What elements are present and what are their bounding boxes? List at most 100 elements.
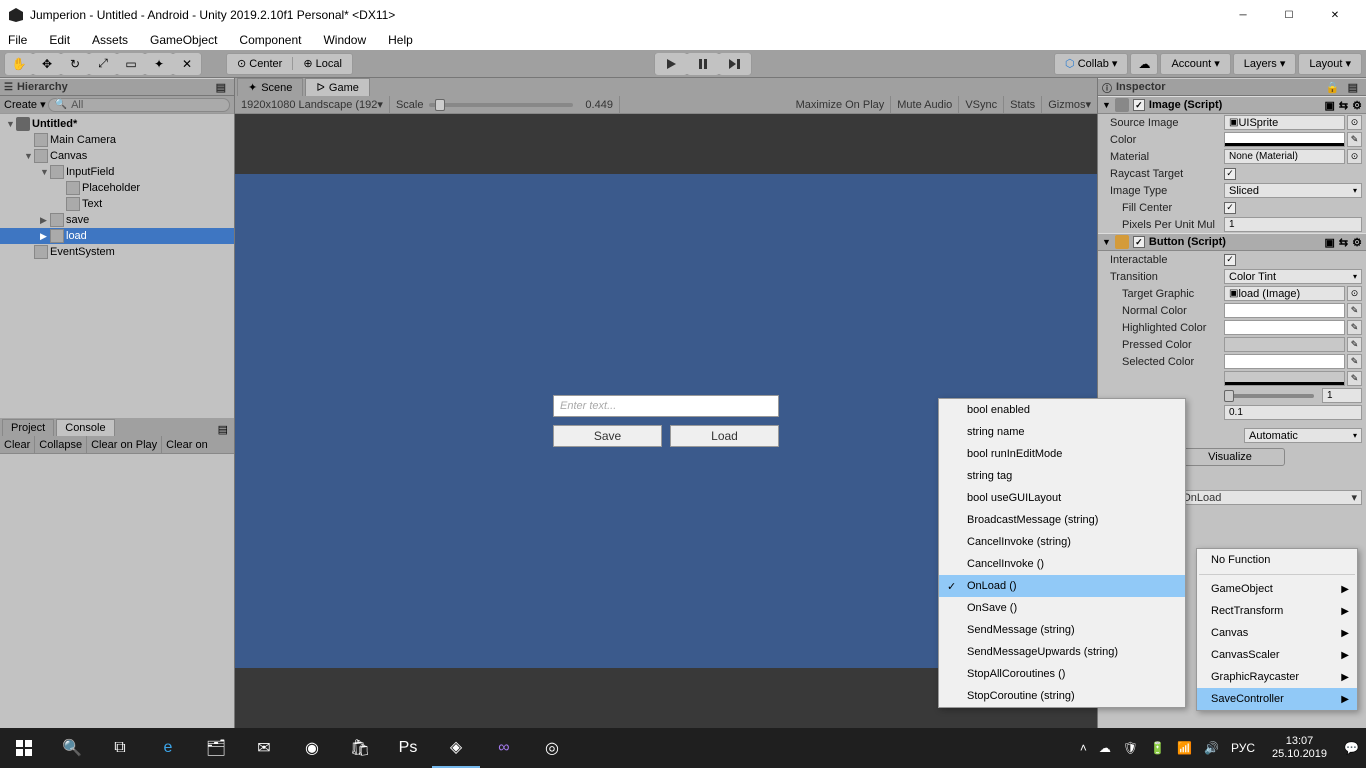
ctx-item-nofunction[interactable]: No Function bbox=[1197, 549, 1357, 571]
navigation-dropdown[interactable]: Automatic▾ bbox=[1244, 428, 1362, 443]
tray-onedrive-icon[interactable]: ☁ bbox=[1096, 741, 1114, 755]
gear-icon[interactable]: ⚙ bbox=[1352, 236, 1362, 249]
target-graphic-field[interactable]: ▣load (Image) bbox=[1224, 286, 1345, 301]
console-tab[interactable]: Console bbox=[56, 419, 114, 436]
vsync-toggle[interactable]: VSync bbox=[959, 96, 1004, 113]
hierarchy-search-input[interactable]: 🔍All bbox=[48, 98, 230, 112]
tree-row[interactable]: ▼Canvas bbox=[0, 148, 234, 164]
menu-file[interactable]: File bbox=[8, 33, 27, 47]
scale-tool[interactable]: ⤢ bbox=[89, 53, 117, 75]
tree-row[interactable]: Main Camera bbox=[0, 132, 234, 148]
ctx-item[interactable]: bool useGUILayout bbox=[939, 487, 1185, 509]
menu-component[interactable]: Component bbox=[239, 33, 301, 47]
ctx-item[interactable]: CanvasScaler▶ bbox=[1197, 644, 1357, 666]
stats-toggle[interactable]: Stats bbox=[1004, 96, 1042, 113]
ctx-item[interactable]: CancelInvoke () bbox=[939, 553, 1185, 575]
minimize-button[interactable]: ─ bbox=[1220, 0, 1266, 30]
game-aspect-dropdown[interactable]: 1920x1080 Landscape (192▾ bbox=[235, 96, 390, 113]
ctx-item[interactable]: SendMessageUpwards (string) bbox=[939, 641, 1185, 663]
explorer-icon[interactable]: 🗂 bbox=[192, 728, 240, 768]
ctx-item[interactable]: bool enabled bbox=[939, 399, 1185, 421]
transition-dropdown[interactable]: Color Tint▾ bbox=[1224, 269, 1362, 284]
ctx-item[interactable]: string name bbox=[939, 421, 1185, 443]
color-field[interactable] bbox=[1224, 132, 1345, 147]
material-field[interactable]: None (Material) bbox=[1224, 149, 1345, 164]
collab-button[interactable]: ⬡ Collab ▾ bbox=[1055, 57, 1127, 70]
interactable-checkbox[interactable]: ✓ bbox=[1224, 254, 1236, 266]
scene-tab[interactable]: ✦Scene bbox=[237, 78, 303, 96]
hierarchy-create-dropdown[interactable]: Create ▾ bbox=[4, 98, 46, 111]
highlighted-color-field[interactable] bbox=[1224, 320, 1345, 335]
gizmos-dropdown[interactable]: Gizmos ▾ bbox=[1042, 96, 1097, 113]
preset-icon[interactable]: ⇆ bbox=[1339, 236, 1348, 249]
help-icon[interactable]: ▣ bbox=[1325, 99, 1335, 112]
tree-row[interactable]: Text bbox=[0, 196, 234, 212]
move-tool[interactable]: ✥ bbox=[33, 53, 61, 75]
raycast-checkbox[interactable]: ✓ bbox=[1224, 168, 1236, 180]
unity-taskbar-icon[interactable]: ◈ bbox=[432, 728, 480, 768]
ctx-item[interactable]: RectTransform▶ bbox=[1197, 600, 1357, 622]
ctx-item[interactable]: Canvas▶ bbox=[1197, 622, 1357, 644]
lock-icon[interactable]: 🔒 bbox=[1322, 81, 1344, 94]
mute-audio-toggle[interactable]: Mute Audio bbox=[891, 96, 959, 113]
menu-assets[interactable]: Assets bbox=[92, 33, 128, 47]
custom-tool[interactable]: ✕ bbox=[173, 53, 201, 75]
play-button[interactable] bbox=[655, 53, 687, 75]
console-clear[interactable]: Clear bbox=[0, 436, 35, 453]
tray-clock[interactable]: 13:0725.10.2019 bbox=[1264, 735, 1335, 761]
component-image-header[interactable]: ▼ ✓ Image (Script) ▣ ⇆ ⚙ bbox=[1098, 96, 1366, 114]
gear-icon[interactable]: ⚙ bbox=[1352, 99, 1362, 112]
eyedropper-icon[interactable]: ✎ bbox=[1347, 337, 1362, 352]
ctx-item[interactable]: BroadcastMessage (string) bbox=[939, 509, 1185, 531]
game-text-input[interactable]: Enter text... bbox=[553, 395, 779, 417]
visualize-button[interactable]: Visualize bbox=[1175, 448, 1285, 466]
panel-menu-icon[interactable]: ▤ bbox=[212, 423, 234, 436]
taskview-icon[interactable]: ⧉ bbox=[96, 728, 144, 768]
help-icon[interactable]: ▣ bbox=[1325, 236, 1335, 249]
eyedropper-icon[interactable]: ✎ bbox=[1347, 371, 1362, 386]
menu-edit[interactable]: Edit bbox=[49, 33, 70, 47]
eyedropper-icon[interactable]: ✎ bbox=[1347, 354, 1362, 369]
console-clearplay[interactable]: Clear on Play bbox=[87, 436, 162, 453]
normal-color-field[interactable] bbox=[1224, 303, 1345, 318]
tray-notifications-icon[interactable]: 💬 bbox=[1341, 741, 1362, 755]
start-button[interactable] bbox=[0, 728, 48, 768]
ctx-item[interactable]: CancelInvoke (string) bbox=[939, 531, 1185, 553]
button-enabled-checkbox[interactable]: ✓ bbox=[1133, 236, 1145, 248]
ctx-item[interactable]: SendMessage (string) bbox=[939, 619, 1185, 641]
preset-icon[interactable]: ⇆ bbox=[1339, 99, 1348, 112]
vs-icon[interactable]: ∞ bbox=[480, 728, 528, 768]
maximize-button[interactable]: ☐ bbox=[1266, 0, 1312, 30]
object-picker-icon[interactable]: ⊙ bbox=[1347, 115, 1362, 130]
store-icon[interactable]: 🛍 bbox=[336, 728, 384, 768]
image-type-dropdown[interactable]: Sliced▾ bbox=[1224, 183, 1362, 198]
ctx-item-selected[interactable]: ✓OnLoad () bbox=[939, 575, 1185, 597]
layers-dropdown[interactable]: Layers ▾ bbox=[1234, 57, 1296, 70]
chrome-icon[interactable]: ◉ bbox=[288, 728, 336, 768]
game-scale-slider[interactable]: Scale 0.449 bbox=[390, 96, 620, 113]
pivot-center-toggle[interactable]: ⊙ Center bbox=[227, 57, 293, 70]
fade-duration-field[interactable]: 0.1 bbox=[1224, 405, 1362, 420]
pressed-color-field[interactable] bbox=[1224, 337, 1345, 352]
step-button[interactable] bbox=[719, 53, 751, 75]
tree-row[interactable]: Placeholder bbox=[0, 180, 234, 196]
ctx-item[interactable]: StopAllCoroutines () bbox=[939, 663, 1185, 685]
edge-icon[interactable]: e bbox=[144, 728, 192, 768]
eyedropper-icon[interactable]: ✎ bbox=[1347, 132, 1362, 147]
ctx-item[interactable]: OnSave () bbox=[939, 597, 1185, 619]
tray-wifi-icon[interactable]: 📶 bbox=[1174, 741, 1195, 755]
tray-battery-icon[interactable]: 🔋 bbox=[1147, 741, 1168, 755]
color-multiplier-slider[interactable] bbox=[1224, 394, 1314, 398]
ctx-item[interactable]: bool runInEditMode bbox=[939, 443, 1185, 465]
eyedropper-icon[interactable]: ✎ bbox=[1347, 303, 1362, 318]
ppu-field[interactable]: 1 bbox=[1224, 217, 1362, 232]
ctx-item[interactable]: StopCoroutine (string) bbox=[939, 685, 1185, 707]
photoshop-icon[interactable]: Ps bbox=[384, 728, 432, 768]
tree-row[interactable]: EventSystem bbox=[0, 244, 234, 260]
tree-row[interactable]: ▼InputField bbox=[0, 164, 234, 180]
maximize-on-play-toggle[interactable]: Maximize On Play bbox=[790, 96, 892, 113]
component-button-header[interactable]: ▼ ✓ Button (Script) ▣ ⇆ ⚙ bbox=[1098, 233, 1366, 251]
account-dropdown[interactable]: Account ▾ bbox=[1161, 57, 1229, 70]
mail-icon[interactable]: ✉ bbox=[240, 728, 288, 768]
game-load-button[interactable]: Load bbox=[670, 425, 779, 447]
